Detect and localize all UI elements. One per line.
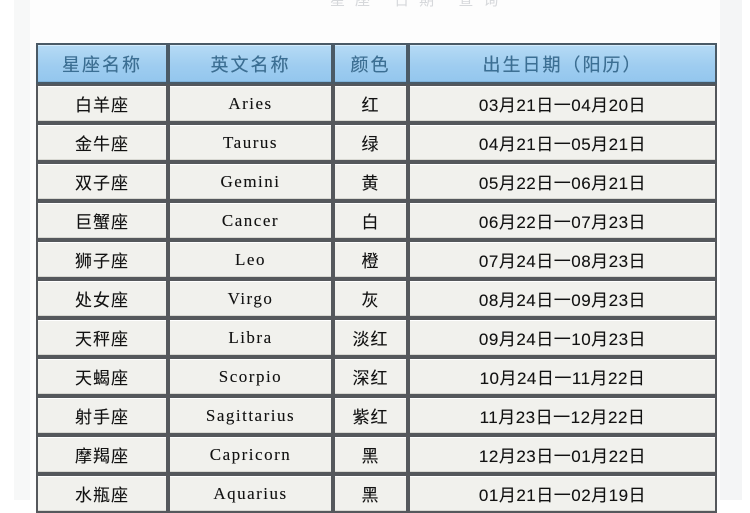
table-row: 巨蟹座 Cancer 白 06月22日一07月23日 (36, 201, 717, 240)
english-name-cell: Aries (168, 84, 333, 123)
zodiac-name-cell: 双子座 (36, 162, 168, 201)
color-cell: 深红 (333, 357, 408, 396)
zodiac-name-cell: 射手座 (36, 396, 168, 435)
table-row: 金牛座 Taurus 绿 04月21日一05月21日 (36, 123, 717, 162)
zodiac-name-cell: 处女座 (36, 279, 168, 318)
table-row: 天蝎座 Scorpio 深红 10月24日一11月22日 (36, 357, 717, 396)
table-header-row: 星座名称 英文名称 颜色 出生日期（阳历） (36, 43, 717, 84)
zodiac-name-cell: 白羊座 (36, 84, 168, 123)
birth-date-cell: 05月22日一06月21日 (408, 162, 717, 201)
zodiac-name-cell: 天秤座 (36, 318, 168, 357)
color-cell: 黑 (333, 474, 408, 513)
table-row: 处女座 Virgo 灰 08月24日一09月23日 (36, 279, 717, 318)
table-body: 白羊座 Aries 红 03月21日一04月20日 金牛座 Taurus 绿 04月21日一0… (36, 84, 717, 513)
birth-date-cell: 12月23日一01月22日 (408, 435, 717, 474)
color-cell: 橙 (333, 240, 408, 279)
zodiac-name-cell: 巨蟹座 (36, 201, 168, 240)
zodiac-name-cell: 摩羯座 (36, 435, 168, 474)
birth-date-cell: 06月22日一07月23日 (408, 201, 717, 240)
birth-date-cell: 11月23日一12月22日 (408, 396, 717, 435)
table-row: 水瓶座 Aquarius 黑 01月21日一02月19日 (36, 474, 717, 513)
table-row: 摩羯座 Capricorn 黑 12月23日一01月22日 (36, 435, 717, 474)
birth-date-cell: 09月24日一10月23日 (408, 318, 717, 357)
table-row: 白羊座 Aries 红 03月21日一04月20日 (36, 84, 717, 123)
cut-off-top-text-label: 星座 日期 查询 (330, 0, 509, 9)
column-header-birth-date: 出生日期（阳历） (408, 43, 717, 84)
color-cell: 绿 (333, 123, 408, 162)
english-name-cell: Cancer (168, 201, 333, 240)
color-cell: 紫红 (333, 396, 408, 435)
table-row: 射手座 Sagittarius 紫红 11月23日一12月22日 (36, 396, 717, 435)
zodiac-table: 星座名称 英文名称 颜色 出生日期（阳历） 白羊座 Aries 红 03月21日一04… (36, 43, 717, 513)
english-name-cell: Gemini (168, 162, 333, 201)
table-header: 星座名称 英文名称 颜色 出生日期（阳历） (36, 43, 717, 84)
english-name-cell: Capricorn (168, 435, 333, 474)
column-header-color: 颜色 (333, 43, 408, 84)
zodiac-name-cell: 水瓶座 (36, 474, 168, 513)
birth-date-cell: 03月21日一04月20日 (408, 84, 717, 123)
color-cell: 黄 (333, 162, 408, 201)
birth-date-cell: 04月21日一05月21日 (408, 123, 717, 162)
column-header-english-name: 英文名称 (168, 43, 333, 84)
table-row: 狮子座 Leo 橙 07月24日一08月23日 (36, 240, 717, 279)
column-header-name: 星座名称 (36, 43, 168, 84)
english-name-cell: Virgo (168, 279, 333, 318)
table-row: 双子座 Gemini 黄 05月22日一06月21日 (36, 162, 717, 201)
english-name-cell: Taurus (168, 123, 333, 162)
color-cell: 白 (333, 201, 408, 240)
english-name-cell: Aquarius (168, 474, 333, 513)
english-name-cell: Scorpio (168, 357, 333, 396)
birth-date-cell: 07月24日一08月23日 (408, 240, 717, 279)
color-cell: 淡红 (333, 318, 408, 357)
color-cell: 红 (333, 84, 408, 123)
birth-date-cell: 10月24日一11月22日 (408, 357, 717, 396)
zodiac-name-cell: 金牛座 (36, 123, 168, 162)
english-name-cell: Leo (168, 240, 333, 279)
zodiac-table-container: 星座名称 英文名称 颜色 出生日期（阳历） 白羊座 Aries 红 03月21日一04… (36, 43, 717, 513)
birth-date-cell: 01月21日一02月19日 (408, 474, 717, 513)
birth-date-cell: 08月24日一09月23日 (408, 279, 717, 318)
english-name-cell: Sagittarius (168, 396, 333, 435)
cut-off-top-text: 星座 日期 查询 (0, 0, 750, 9)
zodiac-name-cell: 狮子座 (36, 240, 168, 279)
color-cell: 黑 (333, 435, 408, 474)
table-row: 天秤座 Libra 淡红 09月24日一10月23日 (36, 318, 717, 357)
english-name-cell: Libra (168, 318, 333, 357)
zodiac-name-cell: 天蝎座 (36, 357, 168, 396)
color-cell: 灰 (333, 279, 408, 318)
